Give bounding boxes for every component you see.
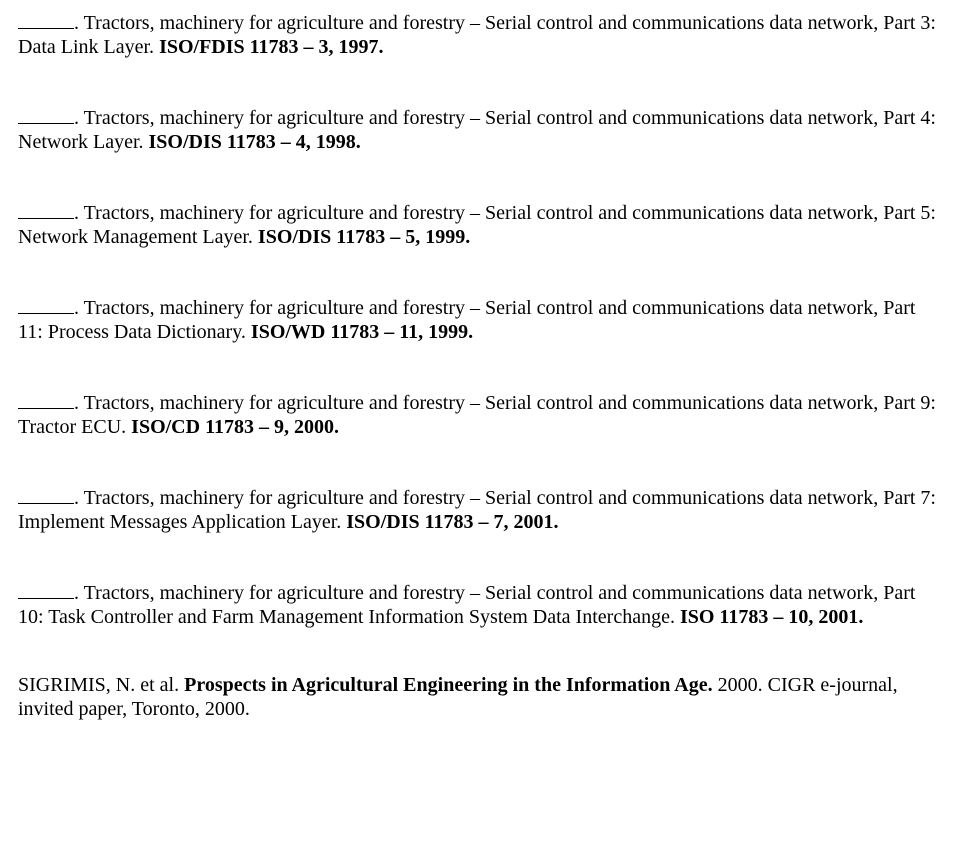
entry-code: ISO 11783 – 10, 2001. xyxy=(680,606,863,628)
entry-text: . xyxy=(74,202,84,224)
reference-entry: . Tractors, machinery for agriculture an… xyxy=(18,103,942,154)
entry-title: Prospects in Agricultural Engineering in… xyxy=(184,674,713,696)
reference-entry-author: SIGRIMIS, N. et al. Prospects in Agricul… xyxy=(18,673,942,721)
entry-text: . xyxy=(74,582,84,604)
entry-code: ISO/CD 11783 – 9, 2000. xyxy=(131,416,339,438)
blank-underline xyxy=(18,198,74,219)
entry-text: . xyxy=(74,392,84,414)
entry-code: ISO/DIS 11783 – 4, 1998. xyxy=(149,131,361,153)
entry-text: . xyxy=(74,107,84,129)
entry-code: ISO/DIS 11783 – 7, 2001. xyxy=(346,511,558,533)
entry-text: . xyxy=(74,487,84,509)
entry-title: Tractors, machinery for agriculture and … xyxy=(18,202,936,248)
blank-underline xyxy=(18,388,74,409)
entry-text: . xyxy=(74,12,84,34)
reference-entry: . Tractors, machinery for agriculture an… xyxy=(18,578,942,629)
blank-underline xyxy=(18,103,74,124)
reference-entry: . Tractors, machinery for agriculture an… xyxy=(18,388,942,439)
reference-entry: . Tractors, machinery for agriculture an… xyxy=(18,293,942,344)
reference-entry: . Tractors, machinery for agriculture an… xyxy=(18,8,942,59)
blank-underline xyxy=(18,8,74,29)
entry-author: SIGRIMIS, N. et al. xyxy=(18,674,179,696)
blank-underline xyxy=(18,483,74,504)
entry-code: ISO/FDIS 11783 – 3, 1997. xyxy=(159,36,383,58)
reference-entry: . Tractors, machinery for agriculture an… xyxy=(18,198,942,249)
entry-text: . xyxy=(74,297,84,319)
reference-entry: . Tractors, machinery for agriculture an… xyxy=(18,483,942,534)
entry-code: ISO/WD 11783 – 11, 1999. xyxy=(251,321,473,343)
blank-underline xyxy=(18,578,74,599)
entry-code: ISO/DIS 11783 – 5, 1999. xyxy=(258,226,470,248)
blank-underline xyxy=(18,293,74,314)
